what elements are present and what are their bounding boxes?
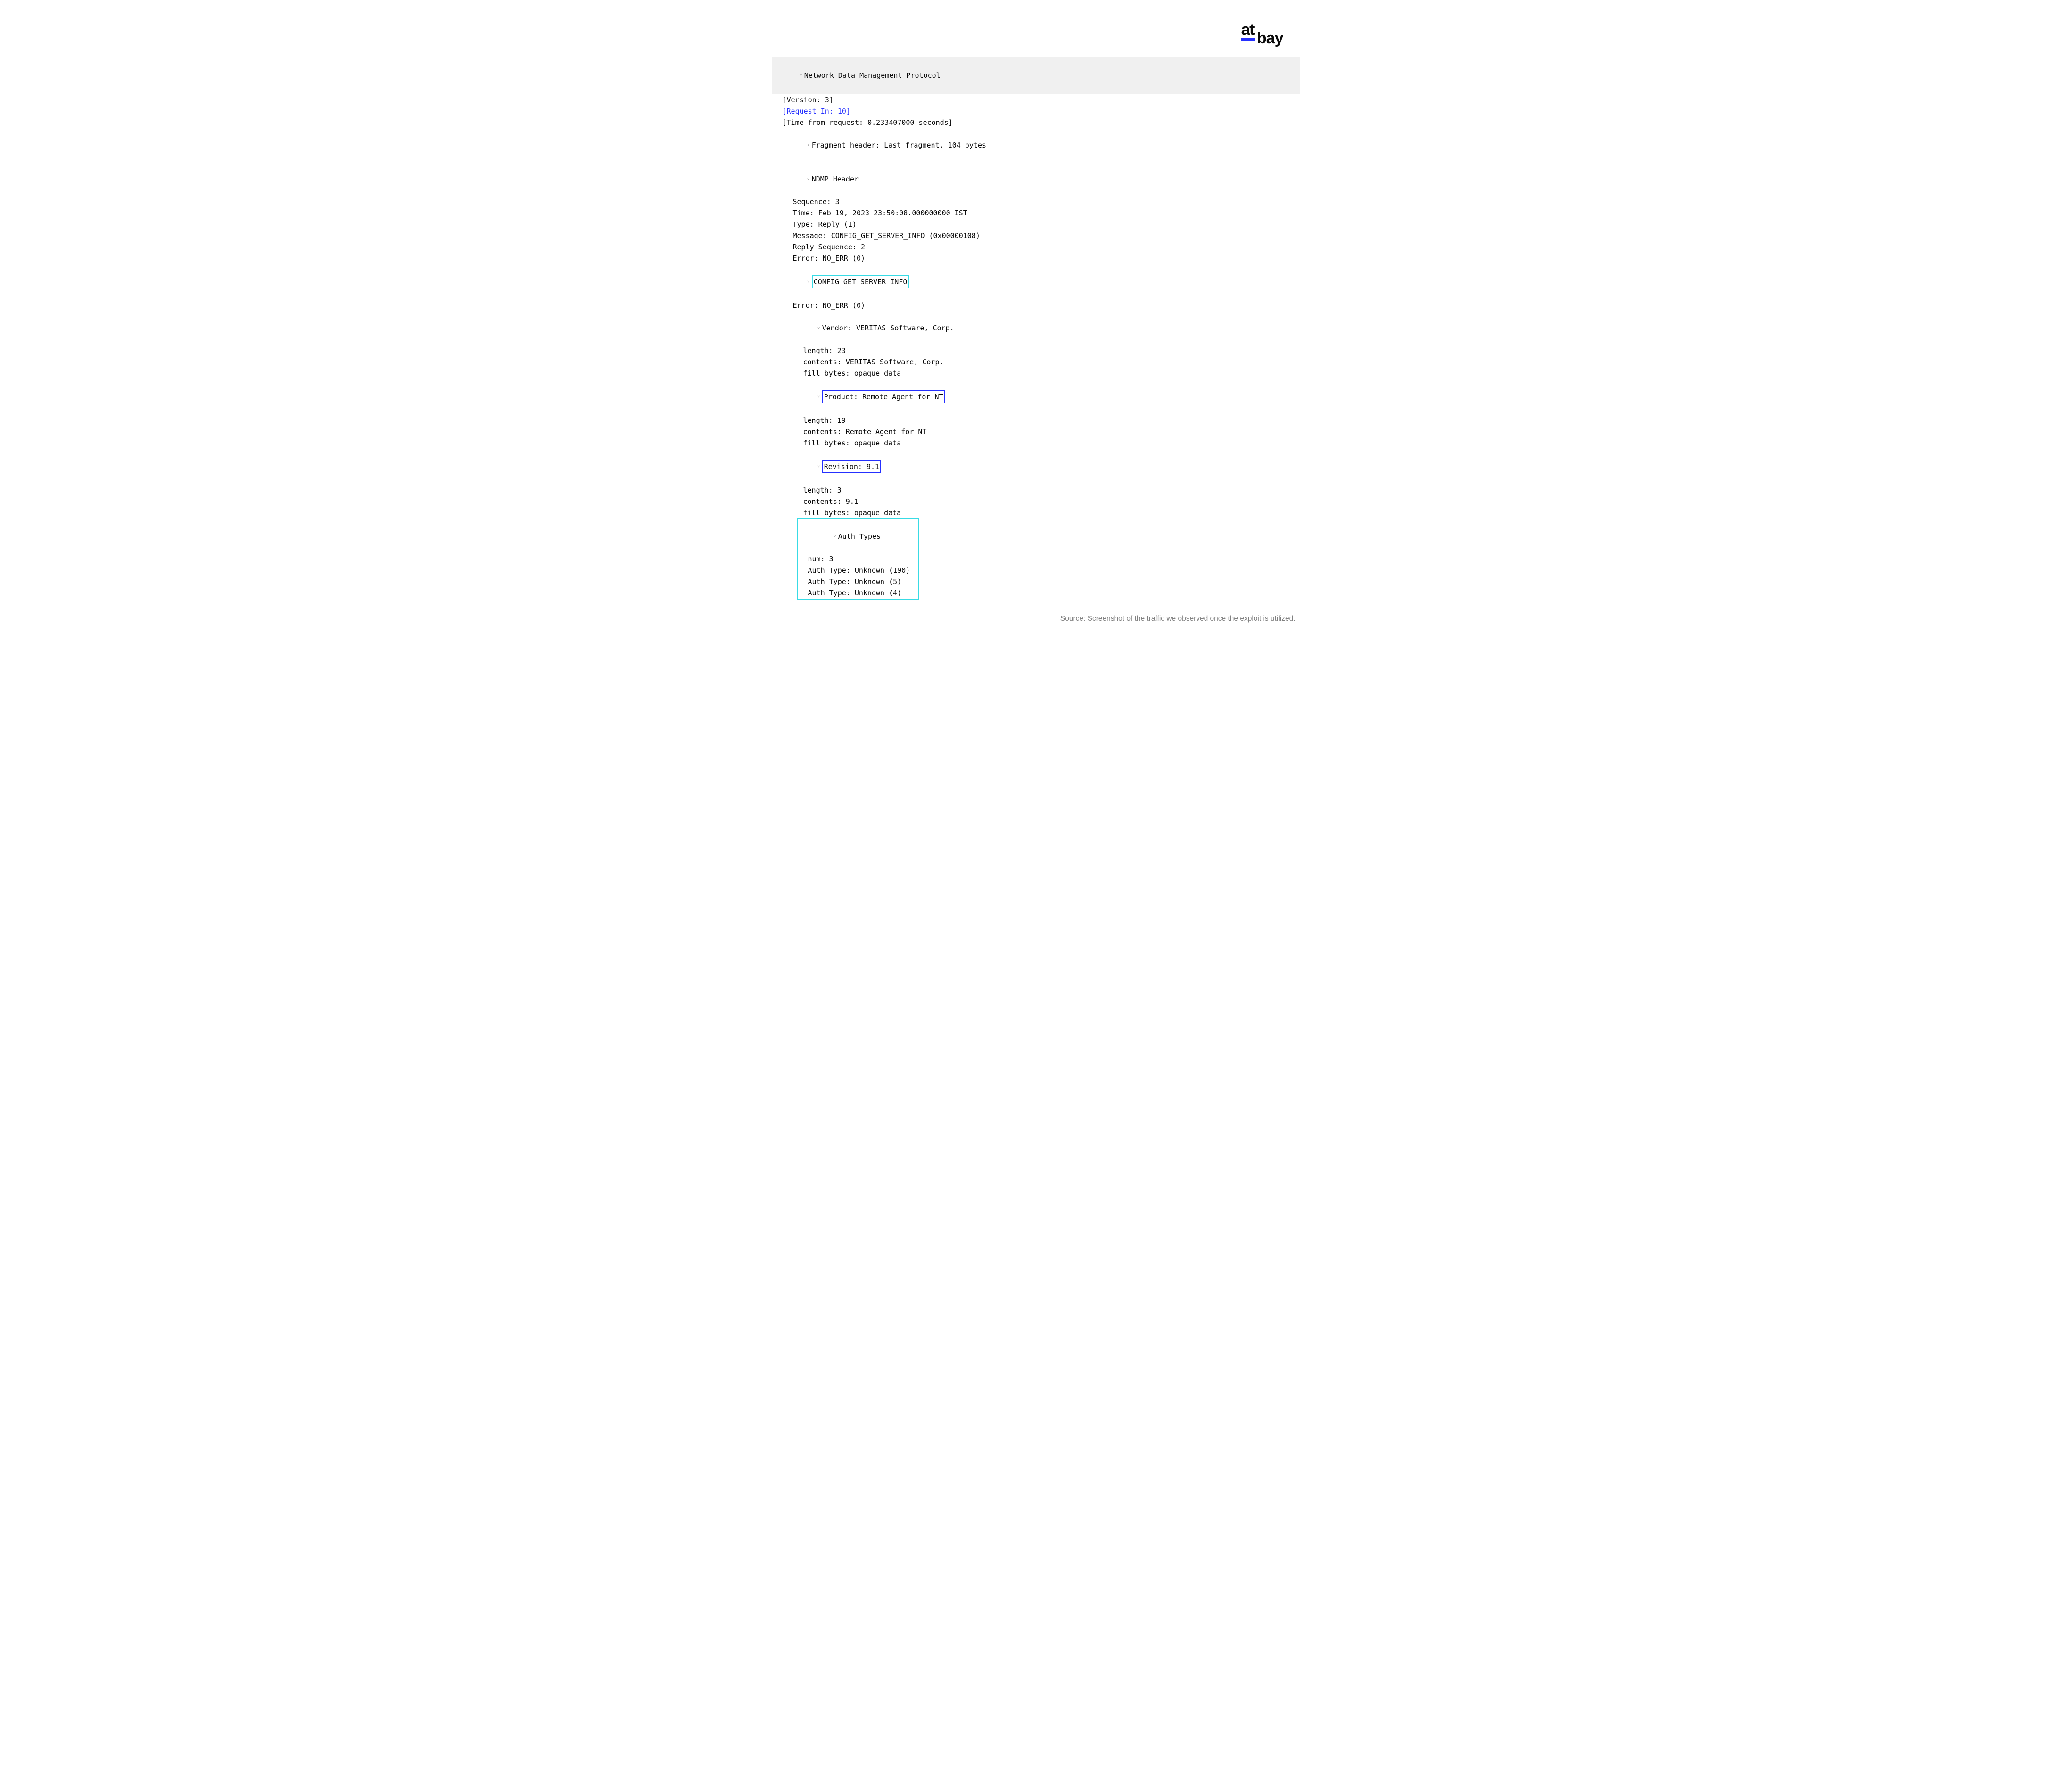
version-row: [Version: 3] <box>772 94 1300 106</box>
product-length: length: 19 <box>772 415 1300 426</box>
revision-length: length: 3 <box>772 485 1300 496</box>
revision-fill: fill bytes: opaque data <box>772 507 1300 518</box>
revision-contents: contents: 9.1 <box>772 496 1300 507</box>
ndmp-sequence: Sequence: 3 <box>772 196 1300 207</box>
packet-details-tree: Network Data Management Protocol [Versio… <box>772 57 1300 600</box>
config-label-highlight: CONFIG_GET_SERVER_INFO <box>812 275 909 288</box>
auth-type-1: Auth Type: Unknown (190) <box>798 565 916 576</box>
chevron-down-icon[interactable] <box>832 533 838 540</box>
chevron-down-icon[interactable] <box>805 175 812 183</box>
revision-row[interactable]: Revision: 9.1 <box>772 449 1300 485</box>
chevron-down-icon[interactable] <box>816 463 822 470</box>
fragment-header-row[interactable]: Fragment header: Last fragment, 104 byte… <box>772 128 1300 162</box>
vendor-length: length: 23 <box>772 345 1300 356</box>
page: atbay Network Data Management Protocol [… <box>753 0 1319 663</box>
auth-type-3: Auth Type: Unknown (4) <box>798 587 916 599</box>
product-fill: fill bytes: opaque data <box>772 437 1300 449</box>
ndmp-time: Time: Feb 19, 2023 23:50:08.000000000 IS… <box>772 207 1300 219</box>
atbay-logo: atbay <box>1241 22 1283 38</box>
time-from-request-row: [Time from request: 0.233407000 seconds] <box>772 117 1300 128</box>
auth-num: num: 3 <box>798 553 916 565</box>
auth-types-row[interactable]: Auth Types <box>798 519 916 553</box>
ndmp-type: Type: Reply (1) <box>772 219 1300 230</box>
vendor-fill: fill bytes: opaque data <box>772 368 1300 379</box>
product-contents: contents: Remote Agent for NT <box>772 426 1300 437</box>
logo-bay: bay <box>1257 30 1283 46</box>
vendor-contents: contents: VERITAS Software, Corp. <box>772 356 1300 368</box>
protocol-root-row[interactable]: Network Data Management Protocol <box>772 57 1300 94</box>
logo-at: at <box>1241 22 1254 38</box>
ndmp-header-row[interactable]: NDMP Header <box>772 162 1300 196</box>
ndmp-message: Message: CONFIG_GET_SERVER_INFO (0x00000… <box>772 230 1300 241</box>
chevron-down-icon[interactable] <box>805 278 812 286</box>
product-label-highlight: Product: Remote Agent for NT <box>822 390 945 403</box>
chevron-down-icon[interactable] <box>798 72 804 79</box>
figure-caption: Source: Screenshot of the traffic we obs… <box>772 613 1300 625</box>
ndmp-reply-sequence: Reply Sequence: 2 <box>772 241 1300 253</box>
product-row[interactable]: Product: Remote Agent for NT <box>772 379 1300 415</box>
chevron-down-icon[interactable] <box>816 393 822 401</box>
auth-type-2: Auth Type: Unknown (5) <box>798 576 916 587</box>
config-error: Error: NO_ERR (0) <box>772 300 1300 311</box>
chevron-right-icon[interactable] <box>805 140 812 149</box>
protocol-root-label: Network Data Management Protocol <box>804 71 941 80</box>
revision-label-highlight: Revision: 9.1 <box>822 460 881 473</box>
vendor-row[interactable]: Vendor: VERITAS Software, Corp. <box>772 311 1300 345</box>
chevron-down-icon[interactable] <box>816 324 822 332</box>
auth-types-highlight: Auth Types num: 3 Auth Type: Unknown (19… <box>797 518 919 600</box>
ndmp-error: Error: NO_ERR (0) <box>772 253 1300 264</box>
config-get-server-info-row[interactable]: CONFIG_GET_SERVER_INFO <box>772 264 1300 300</box>
request-in-row[interactable]: [Request In: 10] <box>772 106 1300 117</box>
